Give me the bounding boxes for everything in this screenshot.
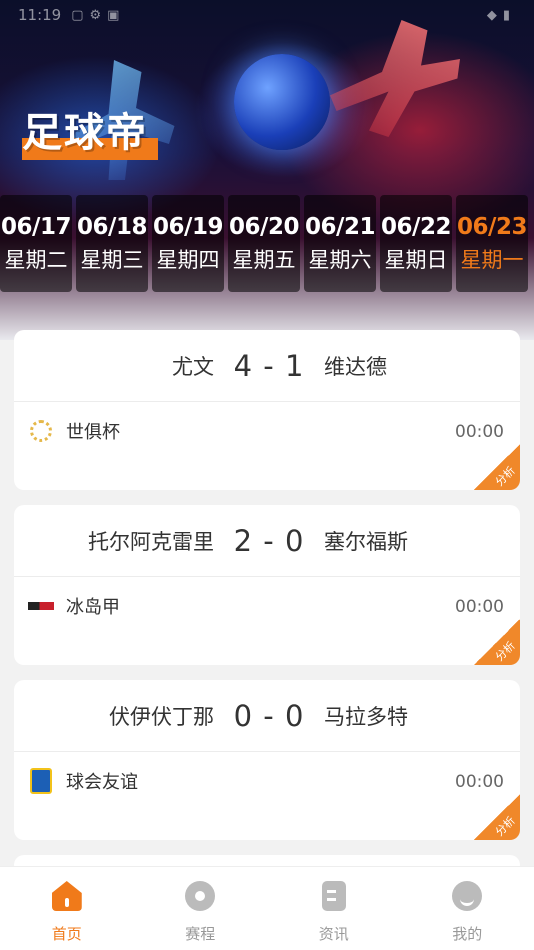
nav-label: 首页 [51, 925, 82, 943]
league-name: 球会友谊 [66, 772, 138, 793]
match-score: 4 - 1 [233, 348, 305, 383]
player-red-illustration [330, 20, 460, 137]
status-bar: 11:19 ▢⚙▣ ◆▮ [0, 0, 534, 30]
match-info-row: 球会友谊 00:00 分析 [14, 752, 520, 840]
analysis-label: 分析 [492, 813, 518, 839]
match-score-row: 伏伊伏丁那 0 - 0 马拉多特 [14, 680, 520, 752]
date-tab-date: 06/23 [457, 213, 527, 240]
date-tab-date: 06/20 [229, 213, 299, 240]
date-tab-date: 06/19 [153, 213, 223, 240]
league-name: 冰岛甲 [66, 597, 120, 618]
match-list: 尤文 4 - 1 维达德 世俱杯 00:00 分析 托尔阿克雷里 2 - 0 塞… [14, 330, 520, 890]
date-tabs: 06/17 星期二 06/18 星期三 06/19 星期四 06/20 星期五 … [0, 195, 534, 292]
football-illustration [234, 54, 330, 150]
league-info: 世俱杯 [28, 418, 120, 444]
home-team: 尤文 [172, 354, 214, 379]
match-time: 00:00 [455, 422, 504, 442]
analysis-button[interactable]: 分析 [474, 794, 520, 840]
analysis-button[interactable]: 分析 [474, 444, 520, 490]
club-badge-icon [28, 768, 54, 794]
date-tab-date: 06/22 [381, 213, 451, 240]
match-score: 0 - 0 [233, 698, 305, 733]
match-info-row: 世俱杯 00:00 分析 [14, 402, 520, 490]
away-team: 维达德 [324, 354, 387, 379]
league-logo-icon [28, 593, 54, 619]
nav-item-news[interactable]: 资讯 [267, 867, 401, 950]
analysis-label: 分析 [492, 638, 518, 664]
match-time: 00:00 [455, 597, 504, 617]
schedule-icon [185, 881, 216, 911]
nav-label: 资讯 [318, 925, 349, 943]
away-team: 马拉多特 [324, 704, 408, 729]
bottom-navigation: 首页 赛程 资讯 我的 [0, 866, 534, 950]
league-info: 冰岛甲 [28, 593, 120, 619]
home-team: 伏伊伏丁那 [109, 704, 214, 729]
logo-text: 足球帝 [22, 110, 148, 156]
date-tab-weekday: 星期四 [156, 247, 220, 272]
profile-icon [452, 881, 483, 911]
app-logo: 足球帝 [22, 100, 158, 160]
status-left-icons: ▢⚙▣ [71, 7, 126, 23]
match-score-row: 尤文 4 - 1 维达德 [14, 330, 520, 402]
date-tab[interactable]: 06/17 星期二 [0, 195, 72, 292]
date-tab-weekday: 星期日 [384, 247, 448, 272]
date-tab-weekday: 星期一 [460, 247, 524, 272]
match-score: 2 - 0 [233, 523, 305, 558]
date-tab-date: 06/18 [77, 213, 147, 240]
nav-item-profile[interactable]: 我的 [401, 867, 534, 950]
status-time: 11:19 [18, 6, 62, 24]
date-tab[interactable]: 06/18 星期三 [76, 195, 148, 292]
date-tab-weekday: 星期五 [232, 247, 296, 272]
home-team: 托尔阿克雷里 [88, 529, 214, 554]
nav-item-schedule[interactable]: 赛程 [134, 867, 268, 950]
league-info: 球会友谊 [28, 768, 138, 794]
news-icon [319, 881, 349, 911]
date-tab-weekday: 星期三 [80, 247, 144, 272]
date-tab[interactable]: 06/22 星期日 [380, 195, 452, 292]
match-card[interactable]: 尤文 4 - 1 维达德 世俱杯 00:00 分析 [14, 330, 520, 490]
analysis-button[interactable]: 分析 [474, 619, 520, 665]
nav-label: 我的 [452, 925, 483, 943]
date-tab[interactable]: 06/21 星期六 [304, 195, 376, 292]
nav-label: 赛程 [185, 925, 216, 943]
match-info-row: 冰岛甲 00:00 分析 [14, 577, 520, 665]
league-name: 世俱杯 [66, 422, 120, 443]
date-tab-selected[interactable]: 06/23 星期一 [456, 195, 528, 292]
date-tab-weekday: 星期二 [4, 247, 68, 272]
away-team: 塞尔福斯 [324, 529, 408, 554]
match-card[interactable]: 伏伊伏丁那 0 - 0 马拉多特 球会友谊 00:00 分析 [14, 680, 520, 840]
date-tab-weekday: 星期六 [308, 247, 372, 272]
date-tab[interactable]: 06/19 星期四 [152, 195, 224, 292]
match-card[interactable]: 托尔阿克雷里 2 - 0 塞尔福斯 冰岛甲 00:00 分析 [14, 505, 520, 665]
date-tab-date: 06/17 [1, 213, 71, 240]
home-icon [51, 881, 82, 911]
date-tab-date: 06/21 [305, 213, 375, 240]
status-right-icons: ◆▮ [486, 7, 516, 23]
analysis-label: 分析 [492, 463, 518, 489]
match-score-row: 托尔阿克雷里 2 - 0 塞尔福斯 [14, 505, 520, 577]
trophy-ring-icon [28, 418, 54, 444]
match-time: 00:00 [455, 772, 504, 792]
nav-item-home[interactable]: 首页 [0, 867, 134, 950]
date-tab[interactable]: 06/20 星期五 [228, 195, 300, 292]
